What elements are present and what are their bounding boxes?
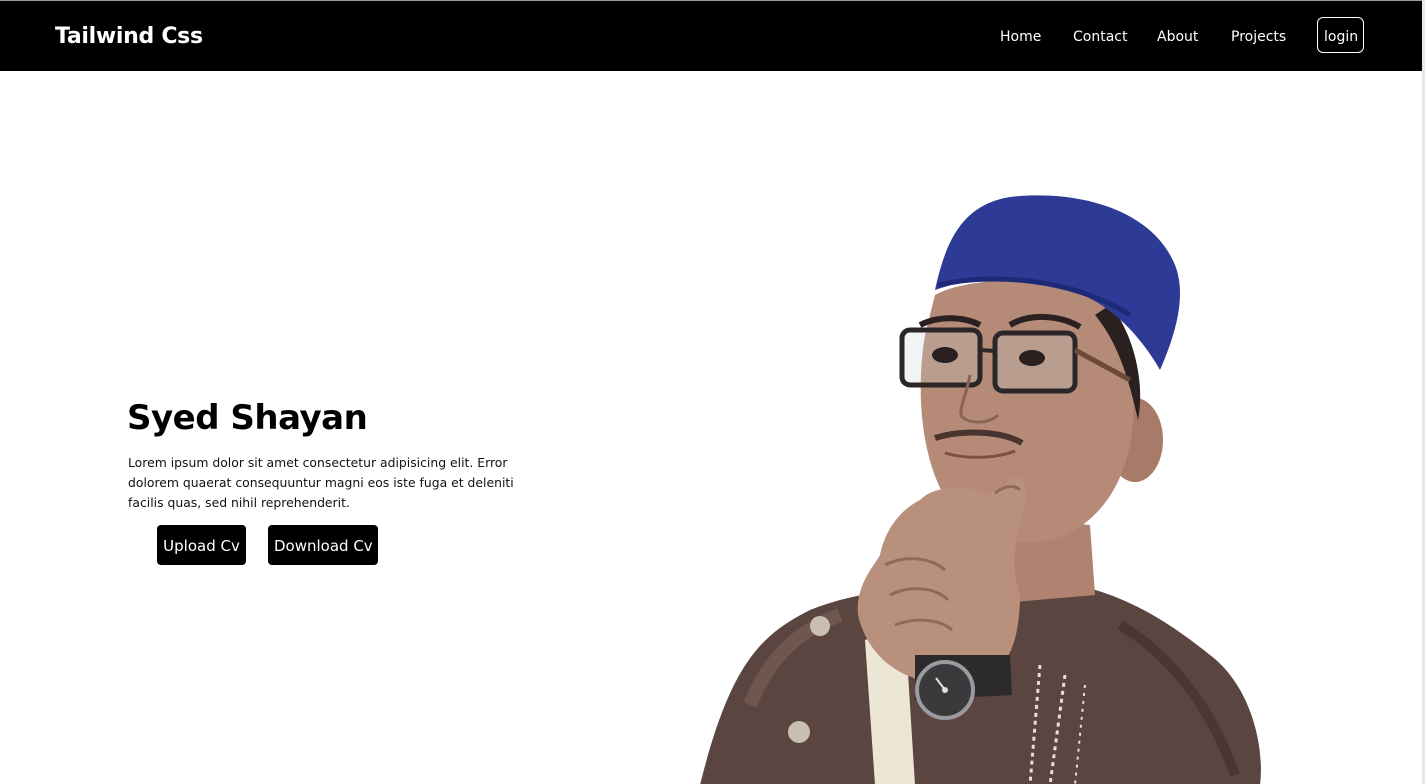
- nav-link-home[interactable]: Home: [1000, 27, 1041, 47]
- download-cv-button[interactable]: Download Cv: [268, 525, 378, 565]
- brand-logo[interactable]: Tailwind Css: [55, 23, 203, 51]
- nav-link-about[interactable]: About: [1157, 27, 1198, 47]
- page: Tailwind Css Home Contact About Projects…: [0, 0, 1425, 784]
- hero-description: Lorem ipsum dolor sit amet consectetur a…: [128, 455, 514, 510]
- login-button[interactable]: login: [1317, 17, 1364, 53]
- upload-cv-button[interactable]: Upload Cv: [157, 525, 246, 565]
- nav-link-contact[interactable]: Contact: [1073, 27, 1127, 47]
- navbar: Tailwind Css Home Contact About Projects…: [0, 1, 1422, 71]
- hero-title: Syed Shayan: [127, 398, 368, 438]
- portrait-image: [700, 195, 1261, 784]
- nav-link-projects[interactable]: Projects: [1231, 27, 1286, 47]
